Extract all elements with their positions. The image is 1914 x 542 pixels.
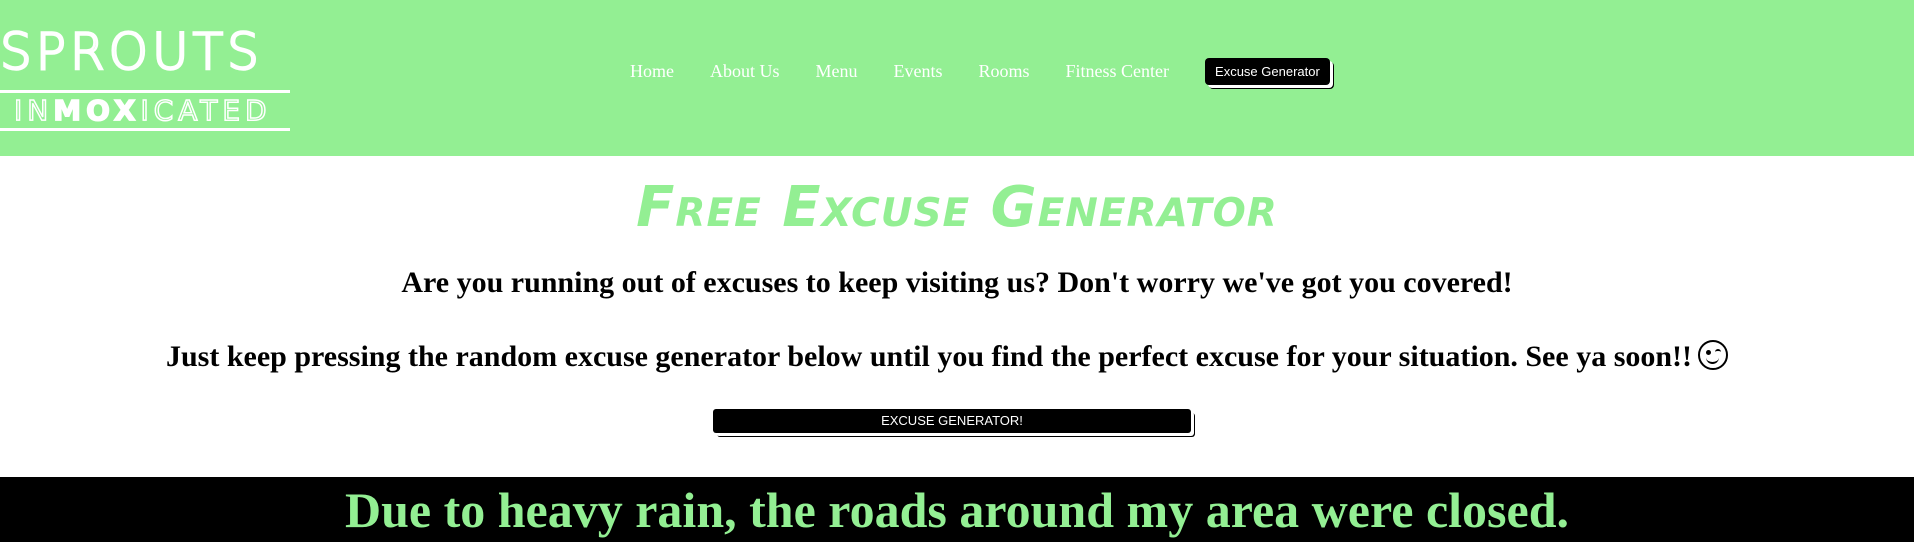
nav-excuse-generator-button[interactable]: Excuse Generator	[1205, 57, 1330, 85]
intro-line-2-text: Just keep pressing the random excuse gen…	[165, 340, 1693, 373]
intro-line-2: Just keep pressing the random excuse gen…	[0, 340, 1904, 374]
nav-rooms[interactable]: Rooms	[979, 61, 1030, 82]
excuse-result-text: Due to heavy rain, the roads around my a…	[344, 482, 1570, 538]
intro-line-1: Are you running out of excuses to keep v…	[401, 266, 1513, 299]
excuse-generator-button[interactable]: EXCUSE GENERATOR!	[713, 409, 1191, 433]
page-title: Free Excuse Generator	[636, 175, 1278, 240]
nav-menu[interactable]: Menu	[816, 61, 858, 82]
logo[interactable]: SPROUTS INMOXICATED	[0, 23, 300, 134]
nav-about-us[interactable]: About Us	[710, 61, 780, 82]
nav-home[interactable]: Home	[630, 61, 674, 82]
logo-divider-top	[0, 90, 290, 93]
logo-sub-text: INMOXICATED	[13, 93, 272, 128]
excuse-result-bar: Due to heavy rain, the roads around my a…	[0, 477, 1914, 542]
nav-events[interactable]: Events	[894, 61, 943, 82]
site-header: SPROUTS INMOXICATED Home About Us Menu E…	[0, 0, 1914, 156]
logo-main-text: SPROUTS	[0, 23, 263, 82]
main-nav: Home About Us Menu Events Rooms Fitness …	[630, 56, 1330, 86]
winking-face-icon	[1698, 340, 1729, 370]
logo-divider-bottom	[0, 128, 290, 131]
nav-fitness-center[interactable]: Fitness Center	[1066, 61, 1170, 82]
